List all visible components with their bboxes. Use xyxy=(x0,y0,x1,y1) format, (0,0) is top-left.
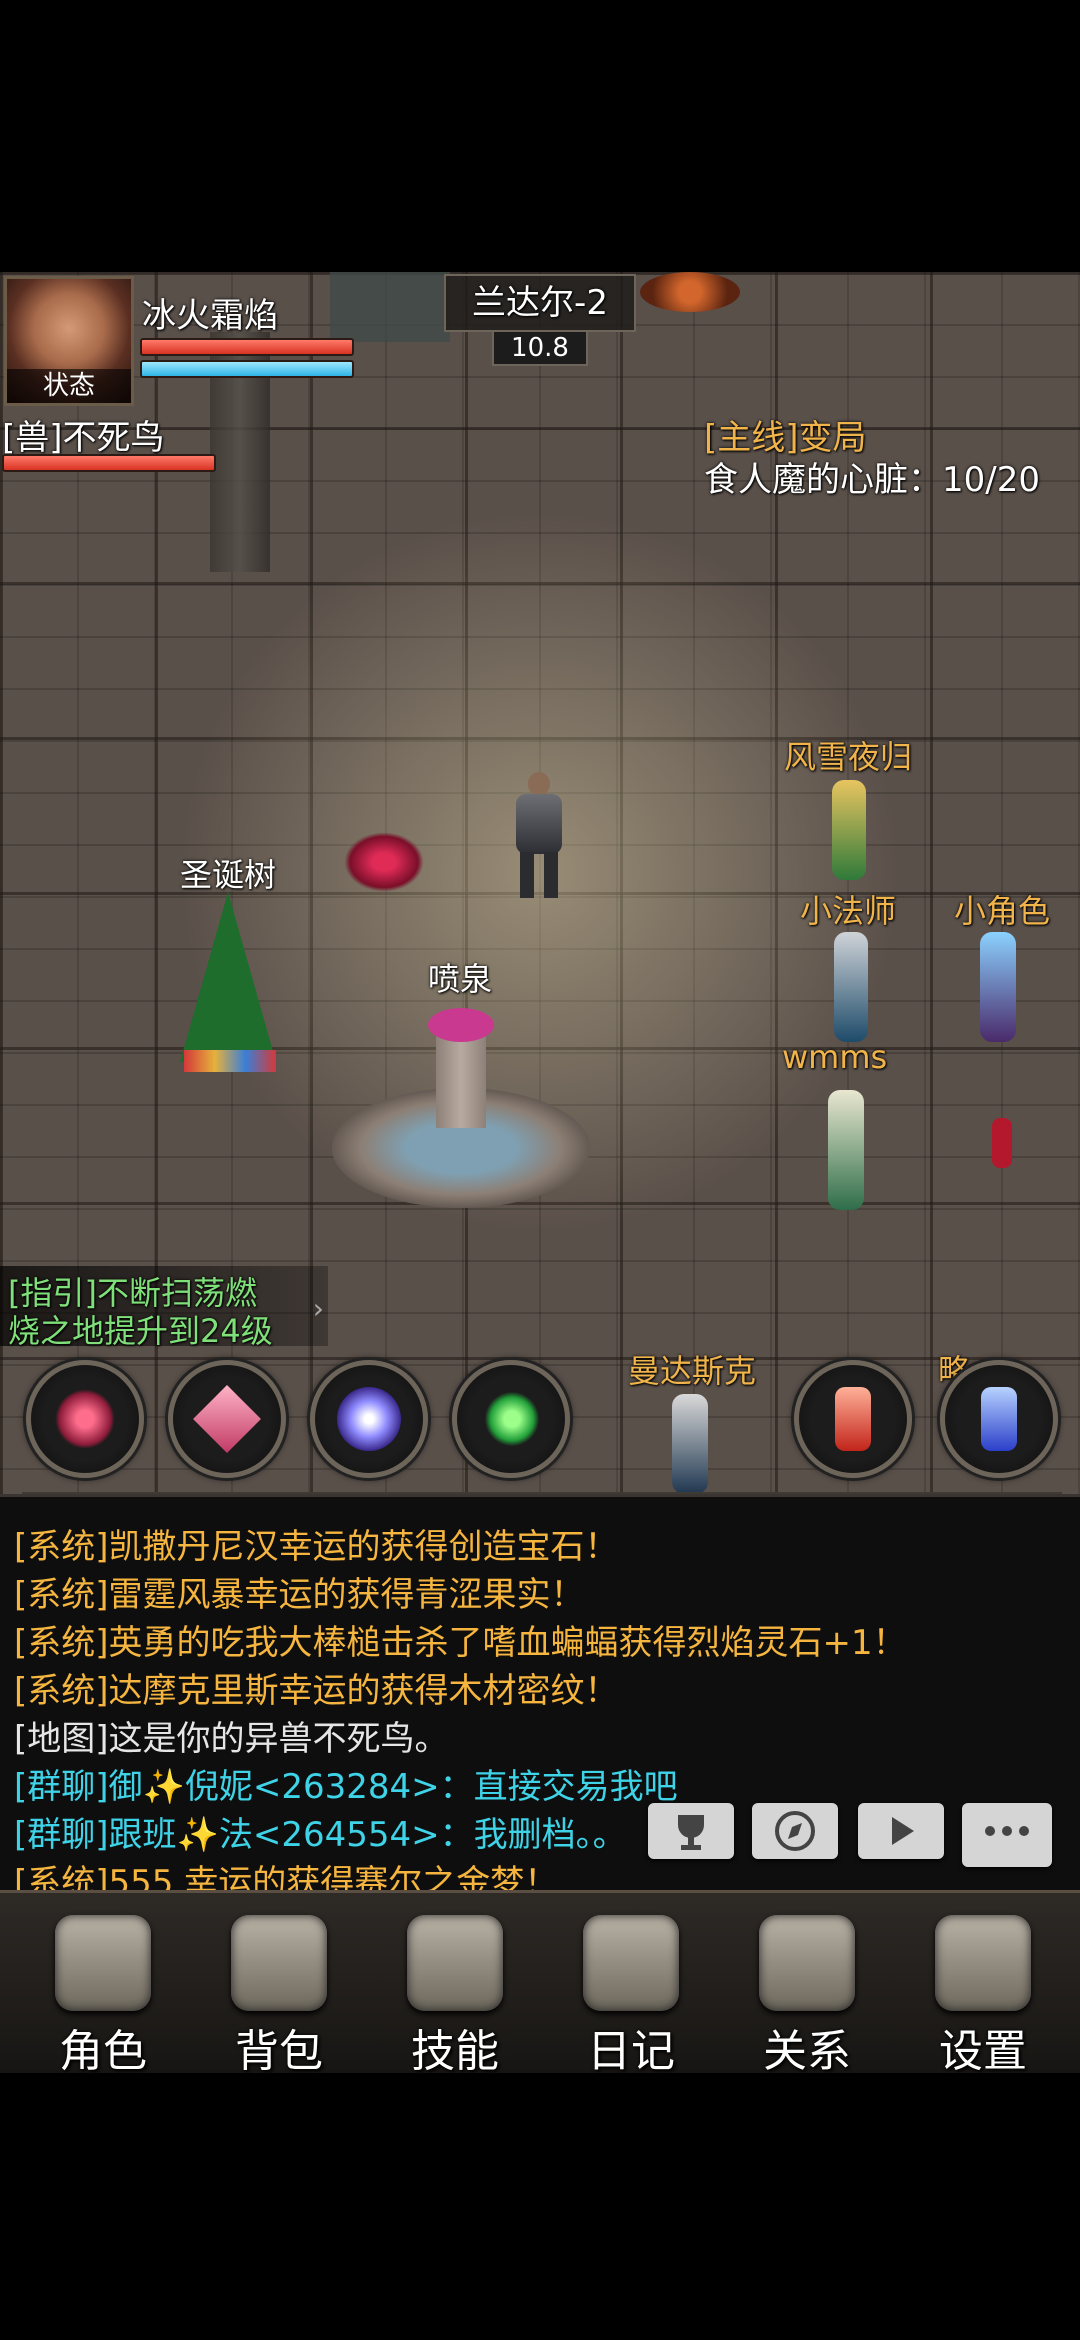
map-name: 兰达尔-2 xyxy=(444,274,636,332)
chat-panel[interactable]: [系统]凯撒丹尼汉幸运的获得创造宝石！ [系统]雷霆风暴幸运的获得青涩果实！ [系统… xyxy=(0,1494,1080,1903)
menu-label: 日记 xyxy=(587,2026,675,2077)
chat-message: [系统]雷霆风暴幸运的获得青涩果实！ xyxy=(14,1575,585,1615)
helmet-icon xyxy=(55,1915,151,2011)
player-portrait[interactable]: 状态 xyxy=(4,276,134,406)
red-creature xyxy=(992,1118,1012,1168)
wing-skill-icon[interactable] xyxy=(26,1360,144,1478)
more-icon[interactable] xyxy=(962,1803,1052,1867)
other-player-2[interactable] xyxy=(834,932,868,1042)
player-label-1: 风雪夜归 xyxy=(784,738,913,776)
compass-icon[interactable] xyxy=(752,1803,838,1859)
spellbook-icon xyxy=(407,1915,503,2011)
chat-message: [系统]凯撒丹尼汉幸运的获得创造宝石！ xyxy=(14,1527,619,1567)
npc-tree-label: 圣诞树 xyxy=(180,856,277,894)
game-world[interactable]: 状态 冰火霜焰 兰达尔-2 10.8 [兽]不死鸟 [主线]变局 食人魔的心脏：… xyxy=(0,272,1080,1494)
red-potion-icon[interactable] xyxy=(794,1360,912,1478)
menu-label: 技能 xyxy=(411,2026,499,2077)
player-hp-bar xyxy=(140,338,354,356)
menu-backpack-button[interactable]: 背包 xyxy=(194,1893,364,2077)
player-mp-bar xyxy=(140,360,354,378)
gear-icon xyxy=(935,1915,1031,2011)
frost-skill-icon[interactable] xyxy=(310,1360,428,1478)
player-status-label: 状态 xyxy=(7,369,131,403)
blue-potion-icon[interactable] xyxy=(940,1360,1058,1478)
menu-label: 角色 xyxy=(59,2026,147,2077)
menu-label: 背包 xyxy=(235,2026,323,2077)
menu-label: 设置 xyxy=(939,2026,1027,2077)
sprint-skill-icon[interactable] xyxy=(452,1360,570,1478)
menu-label: 关系 xyxy=(763,2026,851,2077)
handshake-icon xyxy=(759,1915,855,2011)
scroll-icon xyxy=(583,1915,679,2011)
player-name: 冰火霜焰 xyxy=(142,296,278,336)
guide-arrow-icon: › xyxy=(312,1292,324,1325)
other-player-3[interactable] xyxy=(980,932,1016,1042)
christmas-tree[interactable] xyxy=(180,892,276,1062)
tree-gifts xyxy=(184,1050,276,1072)
other-player-4[interactable] xyxy=(828,1090,864,1210)
backpack-icon xyxy=(231,1915,327,2011)
trophy-icon[interactable] xyxy=(648,1803,734,1859)
player-label-2: 小法师 xyxy=(800,892,897,930)
fire-brazier xyxy=(640,272,740,312)
menu-helmet-button[interactable]: 角色 xyxy=(18,1893,188,2077)
play-icon[interactable] xyxy=(858,1803,944,1859)
bottom-menu: 角色 背包 技能 日记 关系 设置 xyxy=(0,1890,1080,2077)
quest-progress[interactable]: 食人魔的心脏：10/20 xyxy=(704,452,1040,501)
chat-message: [系统]达摩克里斯幸运的获得木材密纹！ xyxy=(14,1671,619,1711)
chat-message: [地图]这是你的异兽不死鸟。 xyxy=(14,1719,449,1759)
fountain[interactable] xyxy=(332,1008,590,1208)
other-player-1[interactable] xyxy=(832,780,866,880)
map-value: 10.8 xyxy=(492,330,588,366)
menu-handshake-button[interactable]: 关系 xyxy=(722,1893,892,2077)
npc-mandas[interactable] xyxy=(672,1394,708,1494)
chat-message: [群聊]跟班✨法<264554>：我删档。。 xyxy=(14,1815,627,1855)
pet-phoenix xyxy=(344,832,424,892)
guide-line-2: 烧之地提升到24级 xyxy=(8,1312,273,1350)
npc-mandas-label: 曼达斯克 xyxy=(628,1352,757,1390)
chat-message: [群聊]御✨倪妮<263284>：直接交易我吧 xyxy=(14,1767,678,1807)
menu-gear-button[interactable]: 设置 xyxy=(898,1893,1068,2077)
player-character xyxy=(506,772,572,902)
player-label-4: wmms xyxy=(782,1038,888,1076)
menu-scroll-button[interactable]: 日记 xyxy=(546,1893,716,2077)
blade-skill-icon[interactable] xyxy=(168,1360,286,1478)
pet-name: [兽]不死鸟 xyxy=(2,418,165,458)
npc-fountain-label: 喷泉 xyxy=(428,960,493,998)
stone-statue-base xyxy=(330,272,450,342)
pet-hp-bar xyxy=(2,454,216,472)
player-label-3: 小角色 xyxy=(954,892,1051,930)
menu-spellbook-button[interactable]: 技能 xyxy=(370,1893,540,2077)
chat-message: [系统]英勇的吃我大棒槌击杀了嗜血蝙蝠获得烈焰灵石+1！ xyxy=(14,1623,907,1663)
guide-panel[interactable]: [指引]不断扫荡燃 烧之地提升到24级 › xyxy=(0,1266,328,1350)
